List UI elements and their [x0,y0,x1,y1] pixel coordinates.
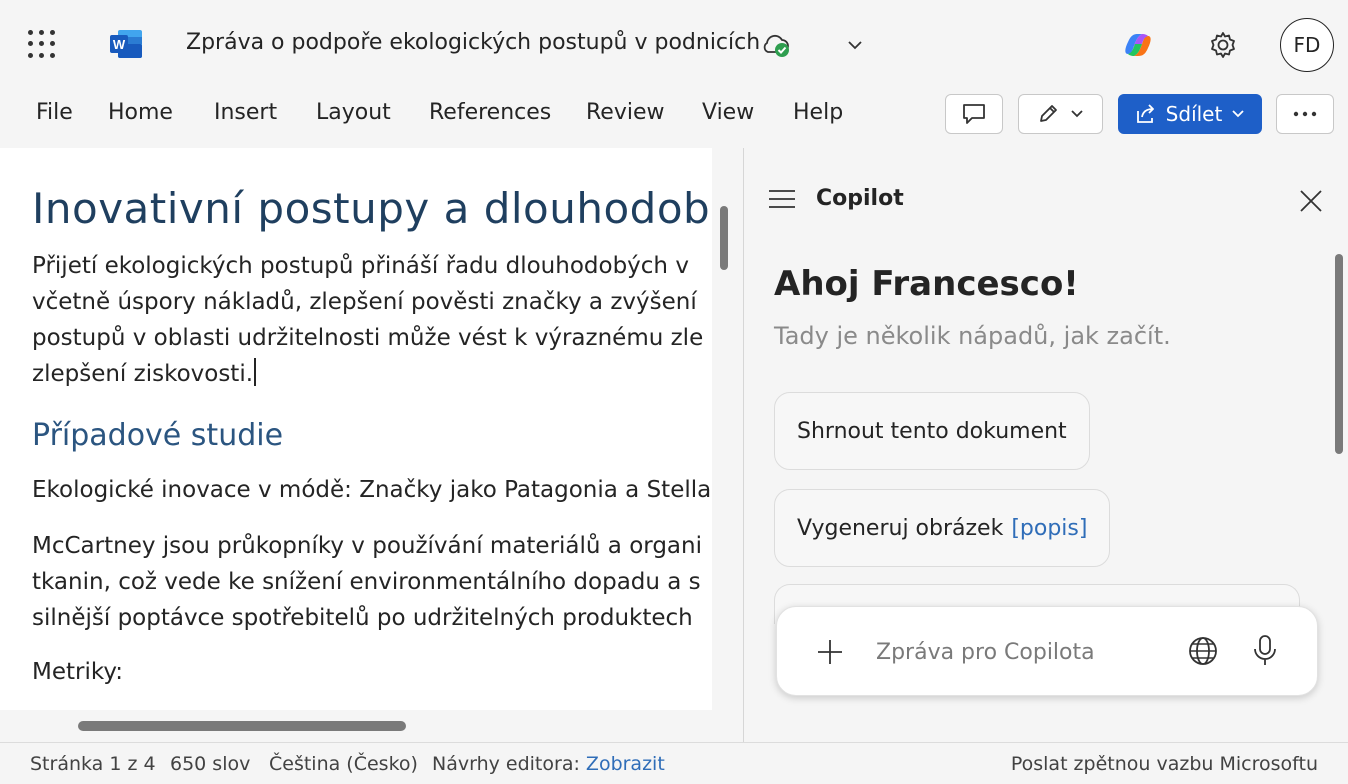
chevron-down-icon [1070,110,1083,118]
tab-help[interactable]: Help [793,100,843,125]
title-bar: W Zpráva o podpoře ekologických postupů … [0,0,1348,90]
paragraph-line[interactable]: včetně úspory nákladů, zlepšení pověsti … [32,284,697,320]
tab-references[interactable]: References [429,100,551,125]
copilot-pane-title: Copilot [816,186,904,211]
document-canvas[interactable]: Inovativní postupy a dlouhodobé a Přijet… [0,148,712,710]
tab-insert[interactable]: Insert [214,100,277,125]
cloud-saved-icon[interactable] [760,30,792,60]
editor-suggestions: Návrhy editora: Zobrazit [432,753,665,775]
hamburger-icon[interactable] [768,188,796,210]
text-cursor [254,358,257,386]
paragraph-line[interactable]: Přijetí ekologických postupů přináší řad… [32,248,689,284]
suggestion-text: Shrnout tento dokument [797,418,1067,444]
paragraph-line[interactable]: Metriky: [32,654,123,690]
share-label: Sdílet [1165,102,1223,126]
pencil-icon [1039,105,1057,122]
tab-layout[interactable]: Layout [316,100,391,125]
copilot-pane-scrollbar[interactable] [1335,254,1343,454]
share-button[interactable]: Sdílet [1118,94,1262,134]
page-count[interactable]: Stránka 1 z 4 [30,753,156,775]
word-count[interactable]: 650 slov [170,753,250,775]
chevron-down-icon [1232,110,1244,118]
microphone-icon[interactable] [1252,634,1278,668]
paragraph-line: zlepšení ziskovosti. [32,361,254,387]
close-icon[interactable] [1298,188,1324,214]
copilot-greeting: Ahoj Francesco! [774,264,1079,304]
editing-mode-button[interactable] [1018,94,1103,134]
editor-suggestions-link[interactable]: Zobrazit [586,753,665,775]
gear-icon[interactable] [1208,30,1238,60]
word-logo-icon[interactable]: W [108,28,144,60]
user-avatar[interactable]: FD [1280,18,1334,72]
status-bar: Stránka 1 z 4 650 slov Čeština (Česko) N… [0,742,1348,784]
document-heading[interactable]: Inovativní postupy a dlouhodobé a [32,184,712,233]
paragraph-line[interactable]: postupů v oblasti udržitelnosti může vés… [32,320,703,356]
more-icon [1293,111,1317,117]
tab-home[interactable]: Home [108,100,173,125]
paragraph-line-with-cursor[interactable]: zlepšení ziskovosti. [32,356,257,392]
paragraph-line[interactable]: silnější poptávce spotřebitelů po udržit… [32,600,693,636]
paragraph-line[interactable]: McCartney jsou průkopníky v používání ma… [32,528,702,564]
tab-file[interactable]: File [36,100,73,125]
tab-review[interactable]: Review [586,100,665,125]
plus-icon[interactable] [816,638,844,666]
suggestion-summarize[interactable]: Shrnout tento dokument [774,392,1090,470]
language-indicator[interactable]: Čeština (Česko) [269,753,418,775]
more-options-button[interactable] [1276,94,1334,134]
document-subheading[interactable]: Případové studie [32,418,283,453]
share-icon [1136,104,1154,123]
paragraph-line[interactable]: tkanin, což vede ke snížení environmentá… [32,564,701,600]
word-logo-letter: W [113,37,126,52]
comments-button[interactable] [945,94,1003,134]
comment-icon [963,104,985,124]
copilot-subtitle: Tady je několik nápadů, jak začít. [774,322,1171,350]
suggestion-placeholder-link: [popis] [1011,515,1088,541]
paragraph-line[interactable]: Ekologické inovace v módě: Značky jako P… [32,472,711,508]
app-launcher-waffle-icon[interactable] [28,30,56,58]
document-vertical-scrollbar[interactable] [720,206,728,270]
suggestion-text: Vygeneruj obrázek [797,515,1004,541]
copilot-logo-icon[interactable] [1122,30,1154,60]
feedback-link[interactable]: Poslat zpětnou vazbu Microsoftu [1011,753,1318,775]
document-horizontal-scrollbar[interactable] [78,721,406,731]
chevron-down-icon[interactable] [846,36,864,54]
globe-icon[interactable] [1187,635,1219,667]
copilot-message-input[interactable] [876,632,1166,672]
document-title[interactable]: Zpráva o podpoře ekologických postupů v … [186,30,760,55]
suggestion-generate-image[interactable]: Vygeneruj obrázek [popis] [774,489,1111,567]
editor-suggestions-label: Návrhy editora: [432,753,580,775]
tab-view[interactable]: View [702,100,754,125]
